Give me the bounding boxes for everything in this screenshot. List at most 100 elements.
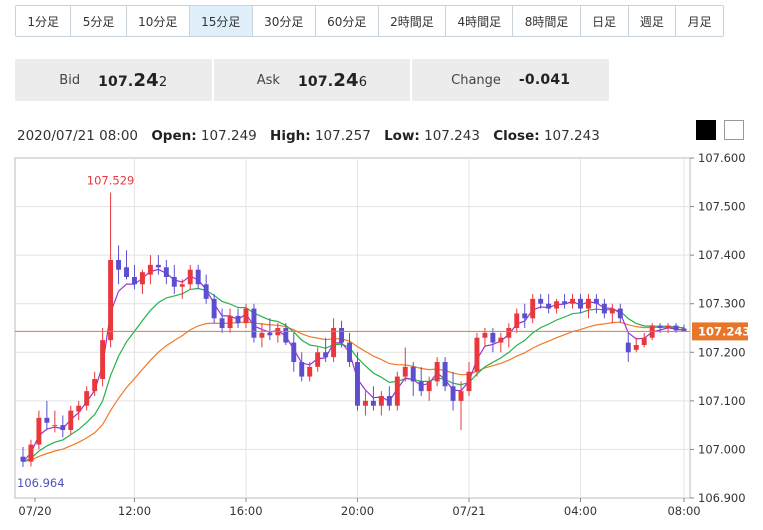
candle-body	[92, 379, 98, 392]
low-label: Low:	[384, 128, 420, 144]
candle-body	[235, 315, 241, 324]
y-tick-label: 107.000	[698, 442, 746, 456]
tab-timeframe-4[interactable]: 30分足	[253, 6, 316, 36]
tab-timeframe-0[interactable]: 1分足	[16, 6, 72, 36]
candle-body	[243, 308, 249, 324]
current-price-label: 107.243	[698, 324, 750, 338]
close-value: 107.243	[543, 128, 600, 144]
candle-body	[498, 337, 504, 343]
ask-value: 107.246	[297, 69, 368, 91]
tab-timeframe-9[interactable]: 日足	[581, 6, 629, 36]
y-tick-label: 106.900	[698, 491, 746, 505]
candle-body	[68, 410, 74, 430]
candle-body	[283, 328, 289, 343]
candle-body	[187, 269, 193, 285]
candle-body	[522, 313, 528, 319]
candle-body	[339, 328, 345, 343]
candlestick-chart[interactable]: 107.600 107.500 107.400 107.300 107.200 107.1…	[0, 150, 763, 530]
candle-body	[179, 284, 185, 287]
y-tick-label: 107.400	[698, 248, 746, 262]
candle-body	[593, 298, 599, 304]
x-tick-label: 16:00	[229, 504, 262, 518]
bid-value: 107.242	[98, 69, 168, 91]
tab-timeframe-6[interactable]: 2時間足	[379, 6, 447, 36]
candle-body	[458, 391, 464, 401]
y-tick-label: 107.200	[698, 345, 746, 359]
tab-timeframe-3[interactable]: 15分足	[189, 6, 253, 36]
tab-timeframe-7[interactable]: 4時間足	[446, 6, 514, 36]
candle-body	[673, 325, 679, 331]
tab-timeframe-2[interactable]: 10分足	[127, 6, 190, 36]
x-tick-label: 20:00	[341, 504, 374, 518]
change-value: -0.041	[518, 72, 571, 88]
bid-cell: Bid 107.242	[15, 59, 214, 101]
candle-body	[554, 301, 560, 309]
low-value: 107.243	[424, 128, 480, 144]
candle-body	[323, 352, 329, 358]
candle-body	[347, 342, 352, 362]
candle-body	[442, 362, 448, 387]
candle-body	[474, 337, 480, 372]
open-label: Open:	[151, 128, 197, 144]
y-tick-label: 107.600	[698, 151, 746, 165]
change-label: Change	[451, 72, 501, 88]
candle-body	[665, 325, 671, 328]
quote-panel: Bid 107.242 Ask 107.246 Change -0.041	[15, 59, 609, 101]
candle-body	[633, 345, 639, 350]
candle-body	[370, 400, 376, 406]
tab-timeframe-5[interactable]: 60分足	[316, 6, 379, 36]
candle-body	[84, 391, 90, 406]
light-theme-button[interactable]	[724, 120, 744, 140]
y-tick-label: 107.300	[698, 297, 746, 311]
candle-body	[20, 456, 26, 462]
candle-body	[641, 337, 647, 345]
tab-timeframe-11[interactable]: 月足	[676, 6, 723, 36]
tab-timeframe-8[interactable]: 8時間足	[513, 6, 581, 36]
dark-theme-button[interactable]	[696, 120, 716, 140]
candle-body	[386, 396, 392, 406]
candle-body	[617, 308, 623, 319]
candle-body	[155, 264, 161, 268]
candle-body	[585, 298, 591, 309]
candle-body	[60, 425, 66, 430]
candle-body	[299, 362, 305, 377]
ohlc-datetime: 2020/07/21 08:00	[17, 128, 139, 144]
candle-body	[562, 301, 568, 304]
candle-body	[514, 313, 520, 328]
candle-body	[139, 272, 145, 285]
candle-body	[426, 381, 432, 392]
candle-body	[466, 371, 472, 392]
candle-body	[402, 366, 408, 377]
candle-body	[418, 381, 424, 392]
min-price-label: 106.964	[17, 476, 65, 490]
candle-body	[259, 332, 265, 338]
candle-body	[227, 315, 233, 328]
candle-body	[116, 260, 122, 270]
y-tick-label: 107.500	[698, 200, 746, 214]
candle-body	[450, 386, 456, 401]
change-cell: Change -0.041	[412, 59, 609, 101]
candle-body	[171, 277, 177, 287]
candle-body	[625, 342, 631, 353]
candle-body	[211, 298, 217, 319]
tab-timeframe-1[interactable]: 5分足	[71, 6, 127, 36]
candle-body	[44, 417, 50, 423]
candle-body	[291, 342, 297, 362]
x-tick-label: 08:00	[667, 504, 700, 518]
timeframe-tabs: 1分足 5分足 10分足 15分足 30分足 60分足 2時間足 4時間足 8時間足 日足 週足 月足	[15, 5, 724, 37]
candle-body	[100, 340, 106, 379]
high-label: High:	[270, 128, 311, 144]
candle-body	[36, 417, 42, 445]
candle-body	[601, 303, 607, 314]
candle-body	[108, 260, 114, 341]
candle-body	[307, 366, 313, 377]
candle-body	[203, 284, 209, 299]
ask-cell: Ask 107.246	[214, 59, 413, 101]
x-tick-label: 12:00	[118, 504, 151, 518]
tab-timeframe-10[interactable]: 週足	[629, 6, 677, 36]
candle-body	[28, 444, 34, 462]
candle-body	[490, 332, 496, 343]
bid-label: Bid	[59, 72, 81, 88]
x-tick-label: 07/20	[18, 504, 51, 518]
candle-body	[609, 308, 615, 314]
